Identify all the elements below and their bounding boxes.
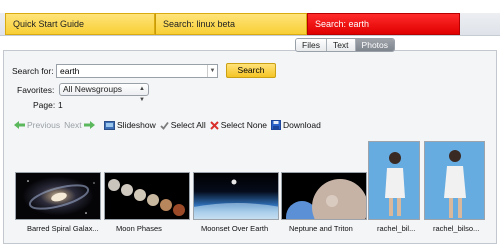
page-number: 1: [58, 100, 63, 110]
page-label: Page:: [33, 100, 56, 110]
checkmark-icon: [160, 121, 169, 130]
photo-caption: Neptune and Triton: [289, 224, 353, 233]
slideshow-label: Slideshow: [117, 120, 156, 130]
x-icon: [210, 120, 219, 130]
next-button[interactable]: Next: [64, 120, 96, 130]
search-history-dropdown[interactable]: ▼: [207, 65, 217, 77]
select-arrows-icon: ▲ ▼: [139, 86, 145, 103]
arrow-left-icon: [14, 121, 25, 129]
view-mode-files[interactable]: Files: [296, 39, 327, 51]
view-mode-photos[interactable]: Photos: [355, 39, 395, 51]
select-none-label: Select None: [220, 120, 268, 130]
download-label: Download: [283, 120, 321, 130]
favorites-selected-value: All Newsgroups: [63, 84, 123, 94]
galaxy-image: [15, 172, 101, 220]
next-label: Next: [64, 120, 82, 130]
slideshow-icon: [104, 120, 115, 130]
previous-label: Previous: [27, 120, 61, 130]
arrow-right-icon: [83, 121, 95, 129]
photo-caption: Moonset Over Earth: [201, 224, 269, 233]
photo-caption: rachel_bil...: [377, 224, 416, 233]
tab-quick-start-guide[interactable]: Quick Start Guide: [5, 13, 155, 35]
portrait-photo-1: [368, 141, 420, 220]
moonset-image: [193, 172, 279, 220]
favorites-label: Favorites:: [17, 85, 55, 95]
tab-search-linux-beta[interactable]: Search: linux beta: [155, 13, 307, 35]
portrait-photo-2: [424, 141, 485, 220]
favorites-select[interactable]: All Newsgroups ▲ ▼: [59, 83, 149, 103]
neptune-triton-image: [281, 172, 367, 220]
photo-caption: rachel_bilso...: [433, 224, 480, 233]
pagination-controls: Previous Next: [14, 119, 97, 131]
search-for-label: Search for:: [12, 66, 54, 76]
select-none-button[interactable]: Select None: [210, 120, 267, 130]
moon-phases-image: [104, 172, 190, 220]
search-button[interactable]: Search: [226, 63, 276, 78]
tab-search-earth[interactable]: Search: earth: [307, 13, 460, 35]
photo-caption: Barred Spiral Galax...: [27, 224, 99, 233]
photo-caption: Moon Phases: [116, 224, 162, 233]
photo-actions-toolbar: Slideshow Select All Select None Downloa…: [104, 119, 325, 131]
view-mode-text[interactable]: Text: [326, 39, 356, 51]
download-button[interactable]: Download: [271, 120, 321, 130]
floppy-disk-icon: [271, 120, 282, 130]
search-tab-strip: Quick Start Guide Search: linux beta Sea…: [0, 0, 500, 36]
view-mode-switcher: Files Text Photos: [295, 38, 396, 52]
select-all-label: Select All: [170, 120, 206, 130]
select-all-button[interactable]: Select All: [160, 120, 206, 130]
previous-button[interactable]: Previous: [14, 120, 60, 130]
search-input[interactable]: [56, 64, 218, 78]
slideshow-button[interactable]: Slideshow: [104, 120, 156, 130]
